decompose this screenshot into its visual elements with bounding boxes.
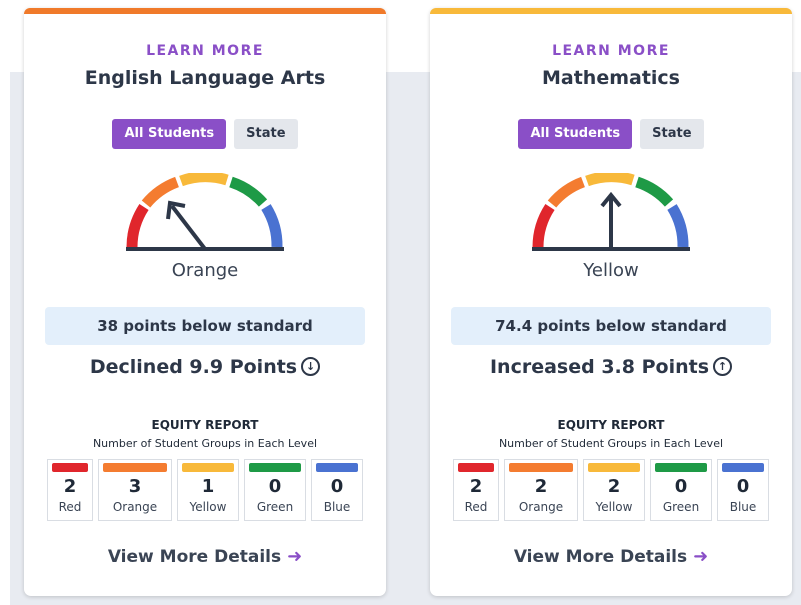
level-name: Red (58, 500, 82, 514)
learn-more-link[interactable]: LEARN MORE (430, 43, 792, 59)
level-color-bar (103, 463, 167, 472)
subject-title: English Language Arts (84, 67, 326, 89)
all-students-button[interactable]: All Students (518, 119, 633, 149)
performance-gauge-icon (126, 173, 284, 251)
level-yellow: 2 Yellow (583, 459, 645, 521)
level-count: 2 (607, 476, 621, 497)
level-count: 0 (674, 476, 688, 497)
level-blue: 0 Blue (311, 459, 363, 521)
level-red: 2 Red (47, 459, 93, 521)
change-summary: Increased 3.8 Points ↑ (430, 356, 792, 378)
learn-more-link[interactable]: LEARN MORE (24, 43, 386, 59)
level-count: 1 (201, 476, 215, 497)
gauge-level-label: Yellow (583, 260, 639, 281)
equity-levels: 2 Red 2 Orange 2 Yellow 0 Green 0 Blue (453, 459, 769, 525)
level-count: 2 (534, 476, 548, 497)
level-count: 0 (330, 476, 344, 497)
card-accent-bar (430, 8, 792, 14)
state-button[interactable]: State (640, 119, 704, 149)
level-name: Orange (112, 500, 158, 514)
level-count: 2 (469, 476, 483, 497)
level-name: Green (256, 500, 294, 514)
level-name: Blue (323, 500, 351, 514)
view-more-details-link[interactable]: View More Details ➜ (24, 546, 386, 567)
level-count: 2 (63, 476, 77, 497)
level-green: 0 Green (650, 459, 712, 521)
level-color-bar (458, 463, 494, 472)
arrow-up-circle-icon: ↑ (713, 357, 733, 376)
arrow-right-icon: ➜ (693, 546, 709, 567)
view-more-label: View More Details (107, 547, 282, 567)
arrow-down-circle-icon: ↓ (301, 357, 321, 376)
level-blue: 0 Blue (717, 459, 769, 521)
level-name: Blue (729, 500, 757, 514)
change-summary: Declined 9.9 Points ↓ (24, 356, 386, 378)
level-name: Yellow (189, 500, 227, 514)
level-red: 2 Red (453, 459, 499, 521)
level-color-bar (249, 463, 301, 472)
level-name: Yellow (595, 500, 633, 514)
level-color-bar (182, 463, 234, 472)
view-more-details-link[interactable]: View More Details ➜ (430, 546, 792, 567)
equity-levels: 2 Red 3 Orange 1 Yellow 0 Green 0 Blue (47, 459, 363, 525)
subject-card-ela: LEARN MORE English Language Arts All Stu… (24, 8, 386, 596)
view-more-label: View More Details (513, 547, 688, 567)
level-count: 0 (736, 476, 750, 497)
level-color-bar (316, 463, 358, 472)
change-text: Declined 9.9 Points (89, 356, 298, 378)
level-name: Red (464, 500, 488, 514)
card-accent-bar (24, 8, 386, 14)
level-color-bar (588, 463, 640, 472)
level-orange: 2 Orange (504, 459, 578, 521)
level-color-bar (655, 463, 707, 472)
level-count: 3 (128, 476, 142, 497)
gauge-level-label: Orange (171, 260, 239, 281)
points-below-standard: 38 points below standard (45, 307, 365, 345)
equity-report-title: EQUITY REPORT (557, 418, 665, 432)
equity-report-subtitle: Number of Student Groups in Each Level (92, 437, 318, 450)
arrow-right-icon: ➜ (287, 546, 303, 567)
level-color-bar (509, 463, 573, 472)
level-name: Orange (518, 500, 564, 514)
subject-card-math: LEARN MORE Mathematics All Students State… (430, 8, 792, 596)
equity-report-subtitle: Number of Student Groups in Each Level (498, 437, 724, 450)
student-toggle: All Students State (430, 119, 792, 149)
state-button[interactable]: State (234, 119, 298, 149)
level-color-bar (52, 463, 88, 472)
equity-report-title: EQUITY REPORT (151, 418, 259, 432)
student-toggle: All Students State (24, 119, 386, 149)
all-students-button[interactable]: All Students (112, 119, 227, 149)
change-text: Increased 3.8 Points (489, 356, 710, 378)
level-name: Green (662, 500, 700, 514)
subject-title: Mathematics (541, 67, 680, 89)
level-orange: 3 Orange (98, 459, 172, 521)
level-yellow: 1 Yellow (177, 459, 239, 521)
points-below-standard: 74.4 points below standard (451, 307, 771, 345)
level-color-bar (722, 463, 764, 472)
level-count: 0 (268, 476, 282, 497)
level-green: 0 Green (244, 459, 306, 521)
performance-gauge-icon (532, 173, 690, 251)
